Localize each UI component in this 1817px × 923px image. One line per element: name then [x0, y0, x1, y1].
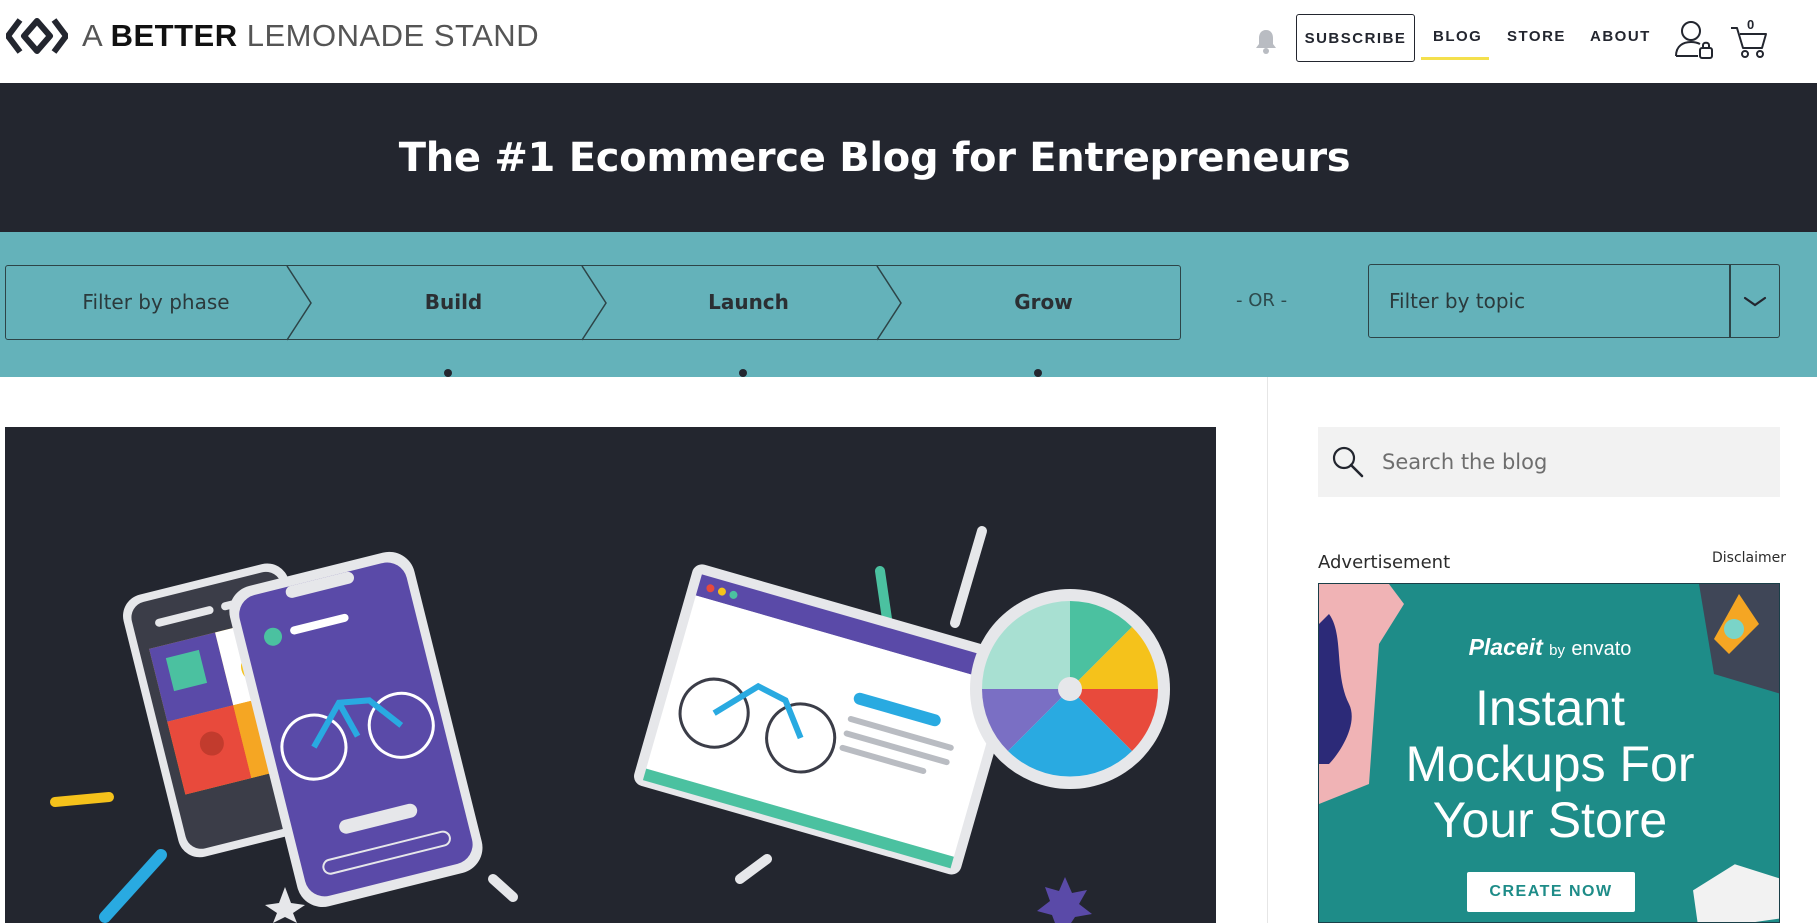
logo-bold: BETTER	[110, 18, 238, 53]
advertisement-label: Advertisement	[1318, 552, 1451, 573]
ad-headline-line-2: Mockups For	[1405, 736, 1695, 792]
or-separator: - OR -	[1236, 290, 1288, 311]
site-header: A BETTER LEMONADE STAND SUBSCRIBE BLOG S…	[0, 0, 1817, 83]
ad-brand-by: by	[1549, 642, 1565, 659]
phase-grow-dot	[1034, 369, 1042, 377]
phase-launch-dot	[739, 369, 747, 377]
cart-count-badge: 0	[1747, 17, 1755, 32]
search-input[interactable]	[1382, 427, 1772, 497]
sidebar-divider	[1267, 377, 1268, 923]
ad-headline-line-1: Instant	[1474, 680, 1626, 736]
bell-icon[interactable]	[1251, 26, 1281, 56]
phase-grow-option[interactable]: Grow	[896, 266, 1191, 338]
select-divider	[1729, 265, 1731, 337]
disclaimer-link[interactable]: Disclaimer	[1712, 550, 1786, 566]
topic-filter-label: Filter by topic	[1389, 289, 1526, 313]
filter-bar: Filter by phase Build Launch Grow - OR -…	[0, 232, 1817, 377]
ad-brand-partner: envato	[1571, 638, 1632, 660]
logo-prefix: A	[82, 18, 102, 53]
ad-headline: Instant Mockups For Your Store	[1319, 680, 1779, 848]
search-icon[interactable]	[1330, 444, 1366, 480]
logo-wordmark: A BETTER LEMONADE STAND	[82, 18, 539, 54]
ecommerce-illustration	[50, 526, 1170, 923]
phase-build-dot	[444, 369, 452, 377]
featured-post-image[interactable]	[5, 427, 1216, 923]
phase-filter: Filter by phase Build Launch Grow	[5, 265, 1181, 377]
hero-banner: The #1 Ecommerce Blog for Entrepreneurs	[0, 83, 1817, 232]
subscribe-button[interactable]: SUBSCRIBE	[1296, 14, 1415, 62]
advertisement-banner[interactable]: Placeit by envato Instant Mockups For Yo…	[1318, 583, 1780, 923]
user-lock-icon[interactable]	[1674, 18, 1714, 60]
ad-brand-name: Placeit	[1468, 634, 1543, 660]
ad-create-now-button[interactable]: CREATE NOW	[1467, 872, 1635, 912]
logo-light: LEMONADE STAND	[246, 18, 540, 53]
nav-active-indicator	[1421, 57, 1489, 60]
ad-brand: Placeit by envato	[1319, 634, 1779, 661]
blog-search	[1318, 427, 1780, 497]
logo-mark-icon	[6, 18, 68, 54]
page-title: The #1 Ecommerce Blog for Entrepreneurs	[398, 134, 1351, 181]
phase-build-option[interactable]: Build	[306, 266, 601, 338]
nav-store-link[interactable]: STORE	[1507, 28, 1566, 45]
phase-launch-option[interactable]: Launch	[601, 266, 896, 338]
nav-blog-link[interactable]: BLOG	[1433, 28, 1482, 45]
site-logo[interactable]: A BETTER LEMONADE STAND	[6, 14, 539, 58]
phase-filter-label: Filter by phase	[82, 290, 230, 314]
chevron-down-icon	[1743, 296, 1767, 307]
nav-about-link[interactable]: ABOUT	[1590, 28, 1651, 45]
topic-filter-select[interactable]: Filter by topic	[1368, 264, 1780, 338]
ad-headline-line-3: Your Store	[1432, 792, 1668, 848]
